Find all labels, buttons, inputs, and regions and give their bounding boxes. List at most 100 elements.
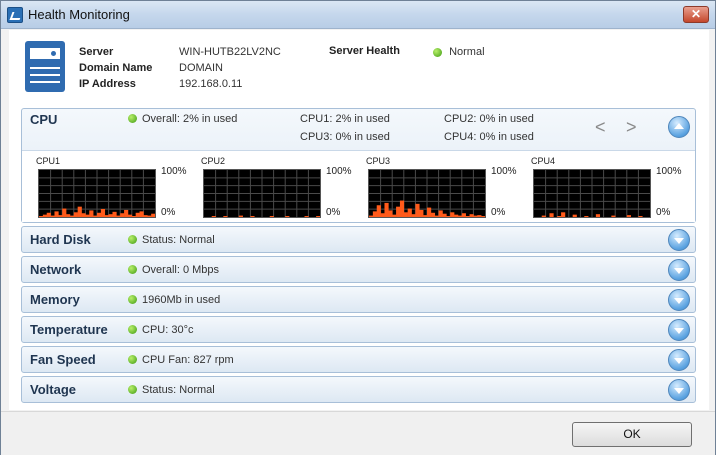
status-ok-icon xyxy=(128,384,137,394)
domain-value: DOMAIN xyxy=(179,62,223,74)
temperature-status-text: CPU: 30°c xyxy=(142,324,194,336)
usage-bar xyxy=(561,212,566,217)
server-health-value: Normal xyxy=(449,46,485,58)
prev-icon[interactable]: < xyxy=(595,117,606,138)
expand-memory-button[interactable] xyxy=(668,289,690,311)
usage-bar xyxy=(238,215,243,217)
network-status: Overall: 0 Mbps xyxy=(128,264,219,276)
network-panel[interactable]: Network Overall: 0 Mbps xyxy=(21,256,696,283)
usage-bar xyxy=(54,211,59,217)
usage-bar xyxy=(407,208,412,217)
usage-bar xyxy=(66,214,71,217)
usage-bar xyxy=(584,216,589,217)
status-ok-icon xyxy=(128,234,137,244)
usage-bar xyxy=(139,211,144,217)
dialog-footer: OK xyxy=(1,411,715,455)
usage-bar xyxy=(147,215,152,217)
expand-hard-disk-button[interactable] xyxy=(668,229,690,251)
expand-voltage-button[interactable] xyxy=(668,379,690,401)
usage-bar xyxy=(477,215,482,217)
status-ok-icon xyxy=(128,264,137,274)
voltage-title: Voltage xyxy=(30,382,76,397)
title-bar[interactable]: Health Monitoring ✕ xyxy=(1,1,715,29)
usage-bar xyxy=(446,216,451,217)
usage-bar xyxy=(112,211,117,217)
hard-disk-title: Hard Disk xyxy=(30,232,91,247)
usage-bar xyxy=(423,215,428,217)
cpu-panel-header[interactable]: CPU Overall: 2% in used CPU1: 2% in used… xyxy=(22,109,695,150)
close-button[interactable]: ✕ xyxy=(683,6,709,23)
collapse-cpu-button[interactable] xyxy=(668,116,690,138)
fan-speed-status-text: CPU Fan: 827 rpm xyxy=(142,354,234,366)
expand-temperature-button[interactable] xyxy=(668,319,690,341)
memory-status: 1960Mb in used xyxy=(128,294,220,306)
usage-bar xyxy=(372,211,378,217)
voltage-panel[interactable]: Voltage Status: Normal xyxy=(21,376,696,403)
hard-disk-status-text: Status: Normal xyxy=(142,234,215,246)
usage-bar xyxy=(85,214,90,217)
cpu-usage-chart xyxy=(369,170,485,217)
next-icon[interactable]: > xyxy=(626,117,637,138)
usage-bar xyxy=(131,216,136,217)
server-icon xyxy=(25,41,65,92)
usage-bar xyxy=(396,206,401,217)
cpu3-usage: CPU3: 0% in used xyxy=(300,131,390,143)
cpu-usage-chart xyxy=(534,170,650,217)
cpu4-graph-min: 0% xyxy=(656,207,671,218)
usage-bar xyxy=(541,215,546,217)
cpu-usage-chart xyxy=(39,170,155,217)
temperature-status: CPU: 30°c xyxy=(128,324,193,336)
ok-button[interactable]: OK xyxy=(572,422,692,447)
usage-bar xyxy=(124,209,129,217)
usage-bar xyxy=(81,213,86,217)
voltage-status: Status: Normal xyxy=(128,384,215,396)
health-monitoring-window: Health Monitoring ✕ Server WIN-HUTB22LV2… xyxy=(0,0,716,455)
usage-bar xyxy=(457,215,463,217)
usage-bar xyxy=(58,215,63,217)
usage-bar xyxy=(380,213,385,217)
usage-bar xyxy=(427,207,432,217)
network-status-text: Overall: 0 Mbps xyxy=(142,264,220,276)
usage-bar xyxy=(442,213,447,217)
cpu2-graph-max: 100% xyxy=(326,166,352,177)
content-area: Server WIN-HUTB22LV2NC Domain Name DOMAI… xyxy=(9,30,709,410)
status-ok-icon xyxy=(128,354,137,364)
memory-status-text: 1960Mb in used xyxy=(142,294,221,306)
memory-panel[interactable]: Memory 1960Mb in used xyxy=(21,286,696,313)
temperature-panel[interactable]: Temperature CPU: 30°c xyxy=(21,316,696,343)
fan-speed-panel[interactable]: Fan Speed CPU Fan: 827 rpm xyxy=(21,346,696,373)
usage-bar xyxy=(388,210,393,217)
cpu4-graph-area xyxy=(533,169,651,218)
usage-bar xyxy=(93,215,98,217)
cpu4-graph: CPU4 100% 0% xyxy=(527,156,687,220)
usage-bar xyxy=(415,203,420,217)
usage-bar xyxy=(549,213,554,217)
usage-bar xyxy=(369,215,374,217)
cpu1-graph-area xyxy=(38,169,156,218)
usage-bar xyxy=(108,214,113,217)
usage-bar xyxy=(151,213,155,217)
usage-bar xyxy=(403,212,408,217)
usage-bar xyxy=(572,214,577,217)
cpu1-graph-label: CPU1 xyxy=(36,156,61,166)
usage-bar xyxy=(626,215,631,217)
cpu2-graph-label: CPU2 xyxy=(201,156,226,166)
usage-bar xyxy=(384,202,389,217)
hard-disk-panel[interactable]: Hard Disk Status: Normal xyxy=(21,226,696,253)
usage-bar xyxy=(611,215,616,217)
usage-bar xyxy=(269,216,274,217)
cpu-panel: CPU Overall: 2% in used CPU1: 2% in used… xyxy=(21,108,696,223)
usage-bar xyxy=(120,213,125,217)
expand-network-button[interactable] xyxy=(668,259,690,281)
usage-bar xyxy=(211,216,216,217)
cpu4-usage: CPU4: 0% in used xyxy=(444,131,534,143)
cpu3-graph-area xyxy=(368,169,486,218)
server-health-status: Normal xyxy=(433,46,485,58)
hard-disk-status: Status: Normal xyxy=(128,234,215,246)
cpu-title: CPU xyxy=(30,112,58,127)
health-monitor-icon xyxy=(7,7,23,23)
expand-fan-speed-button[interactable] xyxy=(668,349,690,371)
usage-bar xyxy=(285,216,290,217)
usage-bar xyxy=(135,212,140,217)
cpu3-graph: CPU3 100% 0% xyxy=(362,156,522,220)
